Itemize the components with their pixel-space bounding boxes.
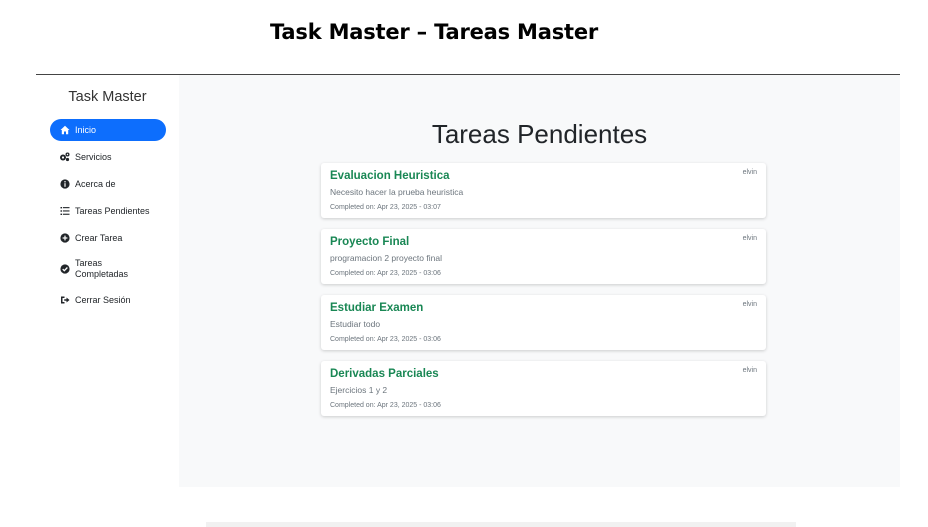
task-user: elvin bbox=[742, 235, 757, 242]
bottom-bar bbox=[206, 522, 796, 527]
task-title: Estudiar Examen bbox=[330, 302, 424, 314]
sidebar-item-tareas-pendientes[interactable]: Tareas Pendientes bbox=[50, 200, 166, 222]
sidebar: Task Master Inicio Servicios Acerca de T… bbox=[36, 75, 179, 487]
home-icon bbox=[59, 125, 70, 136]
sign-out-icon bbox=[59, 295, 70, 306]
check-circle-icon bbox=[59, 264, 70, 275]
task-user: elvin bbox=[742, 301, 757, 308]
sidebar-nav: Inicio Servicios Acerca de Tareas Pendie… bbox=[50, 119, 166, 316]
sidebar-item-label: Tareas Completadas bbox=[75, 258, 129, 279]
sidebar-item-label: Acerca de bbox=[75, 178, 116, 189]
task-completed-date: Completed on: Apr 23, 2025 - 03:06 bbox=[330, 270, 441, 277]
task-card[interactable]: Derivadas Parciales Ejercicios 1 y 2 Com… bbox=[321, 361, 766, 416]
task-title: Proyecto Final bbox=[330, 236, 410, 248]
sidebar-item-servicios[interactable]: Servicios bbox=[50, 146, 166, 168]
sidebar-brand[interactable]: Task Master bbox=[36, 89, 179, 105]
task-completed-date: Completed on: Apr 23, 2025 - 03:06 bbox=[330, 402, 441, 409]
sidebar-item-inicio[interactable]: Inicio bbox=[50, 119, 166, 141]
page-title: Tareas Pendientes bbox=[431, 119, 648, 149]
task-description: programacion 2 proyecto final bbox=[330, 253, 442, 263]
gears-icon bbox=[59, 152, 70, 163]
task-card[interactable]: Evaluacion Heuristica Necesito hacer la … bbox=[321, 163, 766, 218]
document-title: Task Master – Tareas Master bbox=[270, 20, 599, 44]
sidebar-item-label: Cerrar Sesión bbox=[75, 294, 131, 305]
task-description: Estudiar todo bbox=[330, 319, 381, 329]
sidebar-item-acerca-de[interactable]: Acerca de bbox=[50, 173, 166, 195]
task-completed-date: Completed on: Apr 23, 2025 - 03:07 bbox=[330, 204, 441, 211]
task-description: Ejercicios 1 y 2 bbox=[330, 385, 388, 395]
main-content: Tareas Pendientes Evaluacion Heuristica … bbox=[179, 75, 900, 487]
sidebar-item-label: Crear Tarea bbox=[75, 232, 123, 243]
task-user: elvin bbox=[742, 169, 757, 176]
info-circle-icon bbox=[59, 179, 70, 190]
task-card[interactable]: Estudiar Examen Estudiar todo Completed … bbox=[321, 295, 766, 350]
sidebar-item-tareas-completadas[interactable]: Tareas Completadas bbox=[50, 254, 166, 284]
sidebar-item-cerrar-sesion[interactable]: Cerrar Sesión bbox=[50, 289, 166, 311]
sidebar-item-label: Tareas Pendientes bbox=[75, 205, 150, 216]
sidebar-item-label: Inicio bbox=[75, 124, 97, 135]
plus-circle-icon bbox=[59, 233, 70, 244]
task-card[interactable]: Proyecto Final programacion 2 proyecto f… bbox=[321, 229, 766, 284]
task-list: Evaluacion Heuristica Necesito hacer la … bbox=[321, 163, 766, 427]
task-title: Derivadas Parciales bbox=[330, 368, 439, 380]
task-user: elvin bbox=[742, 367, 757, 374]
task-title: Evaluacion Heuristica bbox=[330, 170, 450, 182]
list-icon bbox=[59, 206, 70, 217]
sidebar-item-crear-tarea[interactable]: Crear Tarea bbox=[50, 227, 166, 249]
sidebar-item-label: Servicios bbox=[75, 151, 112, 162]
task-description: Necesito hacer la prueba heuristica bbox=[330, 187, 464, 197]
task-completed-date: Completed on: Apr 23, 2025 - 03:06 bbox=[330, 336, 441, 343]
